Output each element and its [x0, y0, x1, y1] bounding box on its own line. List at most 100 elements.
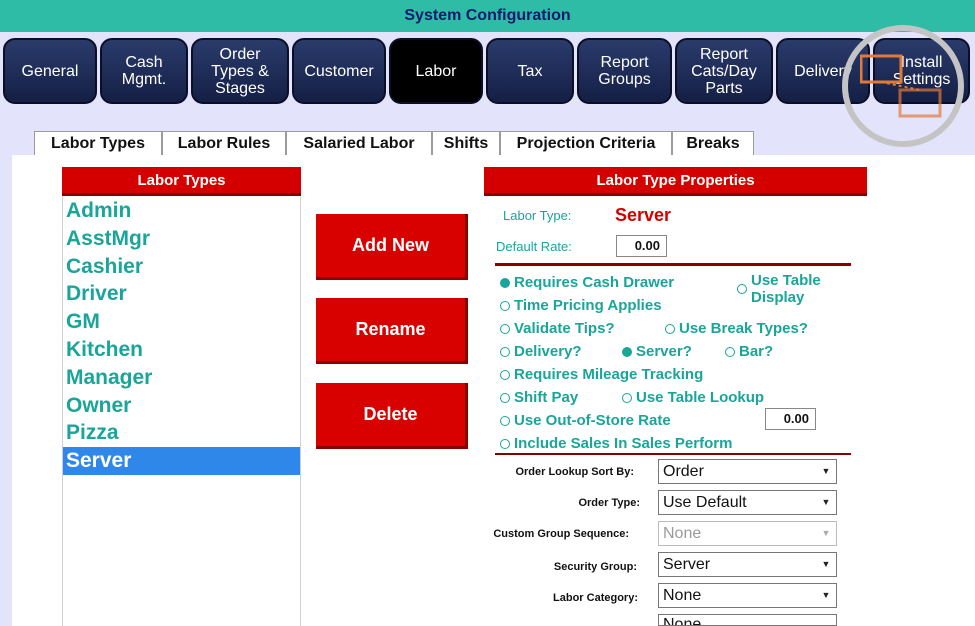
list-item[interactable]: Owner	[63, 392, 300, 420]
option-label: Include Sales In Sales Perform	[514, 435, 733, 452]
chevron-down-icon[interactable]: ▼	[819, 554, 833, 575]
option-use-table-display[interactable]: Use Table Display	[737, 272, 821, 306]
radio-icon	[725, 347, 735, 357]
option-bar[interactable]: Bar?	[725, 343, 773, 360]
list-item[interactable]: Driver	[63, 280, 300, 308]
order-type-label: Order Type:	[578, 497, 640, 509]
option-requires-cash-drawer[interactable]: Requires Cash Drawer	[500, 274, 674, 291]
option-requires-mileage-tracking[interactable]: Requires Mileage Tracking	[500, 366, 703, 383]
list-item[interactable]: Pizza	[63, 419, 300, 447]
list-item[interactable]: Kitchen	[63, 336, 300, 364]
option-shift-pay[interactable]: Shift Pay	[500, 389, 578, 406]
subtab-labor-rules[interactable]: Labor Rules	[162, 131, 286, 156]
radio-icon	[500, 393, 510, 403]
radio-icon	[500, 370, 510, 380]
tab-report-groups[interactable]: Report Groups	[577, 38, 672, 104]
list-item[interactable]: Cashier	[63, 253, 300, 281]
tab-order-types-stages[interactable]: Order Types & Stages	[191, 38, 289, 104]
custom-group-sequence-label: Custom Group Sequence:	[493, 528, 629, 540]
list-item[interactable]: Admin	[63, 197, 300, 225]
tab-tax[interactable]: Tax	[486, 38, 574, 104]
chevron-down-icon: ▼	[821, 528, 831, 538]
radio-icon	[500, 301, 510, 311]
select-value: None	[663, 525, 702, 542]
order-lookup-sort-select[interactable]: Order ▼	[658, 459, 837, 484]
option-time-pricing[interactable]: Time Pricing Applies	[500, 297, 662, 314]
rename-button[interactable]: Rename	[316, 298, 468, 364]
option-label: Use Table Display	[751, 272, 821, 306]
custom-group-sequence-select: None ▼	[658, 521, 837, 546]
order-type-select[interactable]: Use Default ▼	[658, 490, 837, 515]
labor-type-label: Labor Type:	[503, 208, 572, 223]
option-label: Use Break Types?	[679, 320, 808, 337]
subtab-labor-types[interactable]: Labor Types	[34, 131, 162, 156]
option-label: Shift Pay	[514, 389, 579, 406]
radio-selected-icon	[622, 347, 632, 357]
select-value: Use Default	[663, 494, 747, 511]
labor-category-select[interactable]: None ▼	[658, 583, 837, 608]
divider	[495, 263, 851, 266]
option-use-break-types[interactable]: Use Break Types?	[665, 320, 808, 337]
option-label: Bar?	[739, 343, 774, 360]
option-include-sales-in-sales-perform[interactable]: Include Sales In Sales Perform	[500, 435, 732, 452]
labor-type-properties-header: Labor Type Properties	[484, 167, 867, 196]
list-item[interactable]: GM	[63, 308, 300, 336]
option-label: Use Out-of-Store Rate	[514, 412, 671, 429]
select-value: Order	[663, 463, 704, 480]
labor-category-label: Labor Category:	[553, 592, 638, 604]
option-validate-tips[interactable]: Validate Tips?	[500, 320, 615, 337]
option-label: Validate Tips?	[514, 320, 615, 337]
subtab-projection-criteria[interactable]: Projection Criteria	[500, 131, 672, 156]
window-title: System Configuration	[0, 0, 975, 32]
order-lookup-sort-label: Order Lookup Sort By:	[515, 466, 634, 478]
option-label: Use Table Lookup	[636, 389, 765, 406]
default-dept-select[interactable]: None	[658, 614, 837, 626]
tab-labor[interactable]: Labor	[389, 38, 483, 104]
security-group-select[interactable]: Server ▼	[658, 552, 837, 577]
list-item[interactable]: AsstMgr	[63, 225, 300, 253]
radio-icon	[500, 439, 510, 449]
list-item[interactable]: Manager	[63, 364, 300, 392]
security-group-label: Security Group:	[553, 561, 637, 573]
tab-customer[interactable]: Customer	[292, 38, 386, 104]
default-rate-label: Default Rate:	[496, 239, 572, 254]
option-label: Requires Mileage Tracking	[514, 366, 704, 383]
monitor-icon	[860, 54, 942, 118]
labor-types-list[interactable]: Admin AsstMgr Cashier Driver GM Kitchen …	[62, 197, 301, 626]
option-use-out-of-store-rate[interactable]: Use Out-of-Store Rate	[500, 412, 671, 429]
subtab-shifts[interactable]: Shifts	[432, 131, 500, 156]
main-tab-bar: General Cash Mgmt. Order Types & Stages …	[0, 34, 975, 108]
delete-button[interactable]: Delete	[316, 383, 468, 449]
chevron-down-icon[interactable]: ▼	[819, 585, 833, 606]
radio-icon	[737, 284, 747, 294]
subtab-salaried-labor[interactable]: Salaried Labor	[286, 131, 432, 156]
subtab-breaks[interactable]: Breaks	[672, 131, 754, 156]
add-new-button[interactable]: Add New	[316, 214, 468, 280]
out-of-store-rate-field[interactable]: 0.00	[765, 408, 816, 430]
tab-report-cats-day-parts[interactable]: Report Cats/Day Parts	[675, 38, 773, 104]
radio-icon	[500, 324, 510, 334]
sub-tab-bar: Labor Types Labor Rules Salaried Labor S…	[0, 131, 975, 157]
option-delivery[interactable]: Delivery?	[500, 343, 582, 360]
list-item-selected[interactable]: Server	[63, 447, 300, 475]
chevron-down-icon[interactable]: ▼	[819, 492, 833, 513]
default-rate-field[interactable]: 0.00	[616, 235, 667, 257]
option-label: Time Pricing Applies	[514, 297, 662, 314]
labor-types-header: Labor Types	[62, 167, 301, 196]
tab-general[interactable]: General	[3, 38, 97, 104]
radio-icon	[665, 324, 675, 334]
option-label: Delivery?	[514, 343, 582, 360]
chevron-down-icon[interactable]: ▼	[819, 461, 833, 482]
radio-selected-icon	[500, 278, 510, 288]
option-label: Requires Cash Drawer	[514, 274, 675, 291]
select-value: None	[663, 587, 702, 604]
radio-icon	[500, 347, 510, 357]
option-label: Server?	[636, 343, 692, 360]
option-server[interactable]: Server?	[622, 343, 692, 360]
labor-type-value: Server	[615, 205, 672, 225]
tab-cash-mgmt[interactable]: Cash Mgmt.	[100, 38, 188, 104]
radio-icon	[500, 416, 510, 426]
select-value: Server	[663, 556, 711, 573]
select-value: None	[663, 616, 702, 626]
option-use-table-lookup[interactable]: Use Table Lookup	[622, 389, 764, 406]
